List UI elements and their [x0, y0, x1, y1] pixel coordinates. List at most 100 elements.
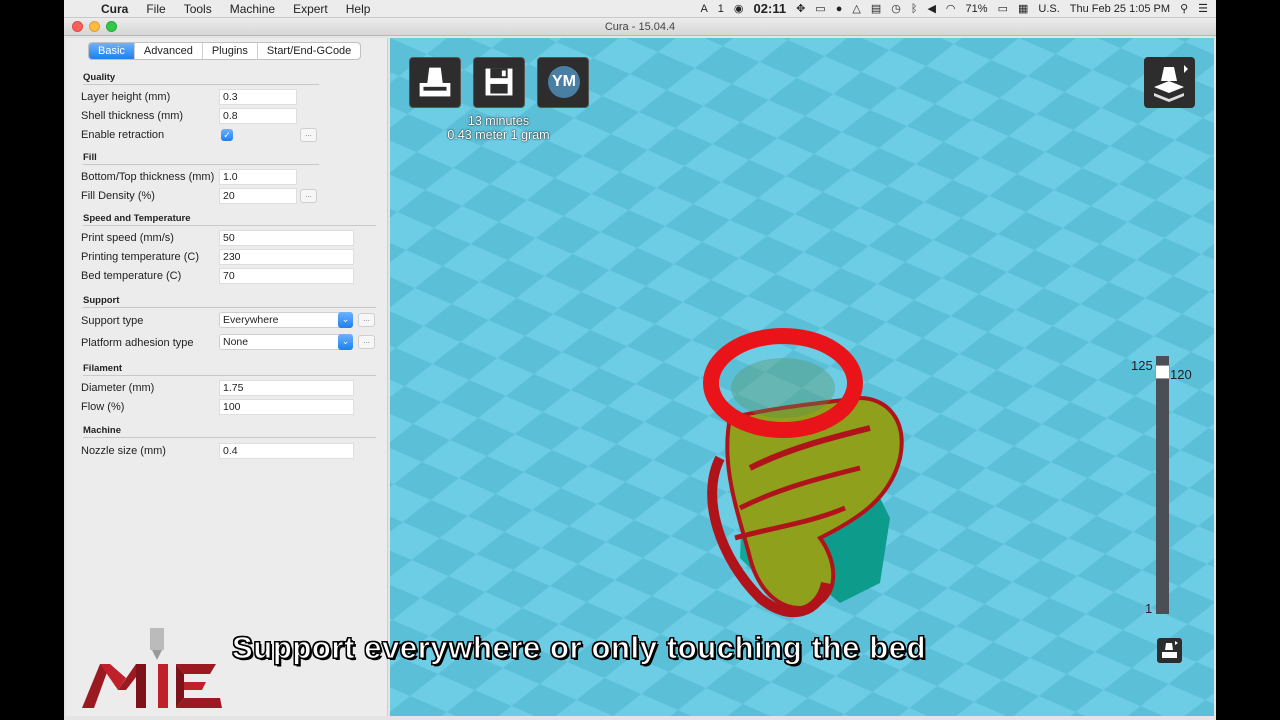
print-time: 13 minutes: [467, 114, 530, 128]
section-divider: [83, 307, 376, 308]
layer-slider-track[interactable]: [1156, 356, 1169, 614]
menu-help[interactable]: Help: [337, 0, 380, 18]
adhesion-settings-button[interactable]: ...: [358, 335, 375, 349]
adhesion-select[interactable]: None ⌄: [219, 334, 353, 350]
menu-expert[interactable]: Expert: [284, 0, 337, 18]
save-toolpath-button[interactable]: [473, 57, 525, 108]
section-divider: [83, 84, 319, 85]
settings-tabs: Basic Advanced Plugins Start/End-GCode: [88, 42, 362, 60]
layer-max-label: 125: [1131, 358, 1153, 373]
layer-min-label: 1: [1145, 601, 1153, 616]
battery-percent: 71%: [965, 2, 988, 15]
bottom-top-input[interactable]: 1.0: [219, 169, 297, 185]
chevron-down-icon: ⌄: [338, 334, 353, 350]
screen-icon[interactable]: ▭: [815, 2, 825, 15]
shell-thickness-input[interactable]: 0.8: [219, 108, 297, 124]
support-type-select[interactable]: Everywhere ⌄: [219, 312, 353, 328]
tab-start-end-gcode[interactable]: Start/End-GCode: [258, 43, 360, 59]
youmagine-button[interactable]: YM: [537, 57, 589, 108]
ring-inner: [731, 358, 835, 418]
youmagine-icon: YM: [548, 66, 580, 98]
save-icon: [485, 68, 513, 96]
layer-slider-handle[interactable]: [1155, 365, 1170, 379]
close-window-button[interactable]: [72, 21, 83, 32]
flag-icon[interactable]: ▦: [1018, 2, 1028, 15]
settings-panel: Basic Advanced Plugins Start/End-GCode Q…: [66, 38, 388, 716]
print-temp-input[interactable]: 230: [219, 249, 354, 265]
tab-advanced[interactable]: Advanced: [135, 43, 203, 59]
airplay-icon[interactable]: △: [852, 2, 860, 15]
adhesion-label: Platform adhesion type: [81, 337, 194, 349]
fill-settings-button[interactable]: ...: [300, 189, 317, 203]
menu-machine[interactable]: Machine: [221, 0, 284, 18]
maximize-window-button[interactable]: [106, 21, 117, 32]
retraction-label: Enable retraction: [81, 129, 165, 141]
chevron-down-icon: ⌄: [338, 312, 353, 328]
layer-current-label: 120: [1170, 367, 1192, 382]
section-divider: [83, 164, 319, 165]
menu-bar: Cura File Tools Machine Expert Help A 1 …: [64, 0, 1216, 18]
printer-icon: [1162, 641, 1178, 658]
print-temp-label: Printing temperature (C): [81, 251, 199, 263]
menu-file[interactable]: File: [137, 0, 174, 18]
menu-app-cura[interactable]: Cura: [92, 0, 137, 18]
cura-window: Cura - 15.04.4 Basic Advanced Plugins St…: [64, 18, 1216, 720]
recording-timer: 02:11: [753, 1, 787, 16]
shell-thickness-label: Shell thickness (mm): [81, 110, 184, 122]
diameter-input[interactable]: 1.75: [219, 380, 354, 396]
battery-icon[interactable]: ▭: [998, 2, 1008, 15]
bluetooth-icon[interactable]: ᛒ: [911, 3, 918, 15]
spotlight-icon[interactable]: ⚲: [1180, 2, 1188, 15]
keyboard-icon[interactable]: ▤: [871, 2, 881, 15]
retraction-checkbox[interactable]: ✓: [221, 129, 233, 141]
print-estimate: 13 minutes 0.43 meter 1 gram: [436, 114, 561, 142]
support-settings-button[interactable]: ...: [358, 313, 375, 327]
volume-icon[interactable]: ◀: [927, 2, 935, 15]
brand-logo: [82, 628, 222, 708]
layers-view-icon: [1154, 65, 1188, 102]
print-material: 0.43 meter 1 gram: [447, 128, 550, 142]
menu-tools[interactable]: Tools: [175, 0, 221, 18]
load-icon: [419, 67, 451, 97]
section-fill: Fill: [83, 152, 97, 163]
print-speed-label: Print speed (mm/s): [81, 232, 174, 244]
record-icon[interactable]: ◉: [734, 2, 744, 15]
wifi-icon[interactable]: ◠: [946, 2, 956, 15]
title-bar: Cura - 15.04.4: [64, 18, 1216, 36]
support-type-value: Everywhere: [223, 314, 279, 326]
load-model-button[interactable]: [409, 57, 461, 108]
section-filament: Filament: [83, 363, 123, 374]
tab-plugins[interactable]: Plugins: [203, 43, 258, 59]
flow-input[interactable]: 100: [219, 399, 354, 415]
fill-density-input[interactable]: 20: [219, 188, 297, 204]
print-speed-input[interactable]: 50: [219, 230, 354, 246]
section-support: Support: [83, 295, 120, 306]
section-machine: Machine: [83, 425, 122, 436]
notification-center-icon[interactable]: ☰: [1198, 2, 1208, 15]
time-machine-icon[interactable]: ◷: [891, 2, 901, 15]
bed-temp-input[interactable]: 70: [219, 268, 354, 284]
retraction-settings-button[interactable]: ...: [300, 128, 317, 142]
window-title: Cura - 15.04.4: [604, 21, 676, 33]
adobe-icon[interactable]: A: [700, 3, 707, 15]
elephant-icon[interactable]: ●: [836, 3, 843, 15]
3d-viewport[interactable]: YM 13 minutes 0.43 meter 1 gram 125 120 …: [390, 38, 1214, 716]
section-divider: [83, 225, 376, 226]
print-button[interactable]: [1157, 638, 1182, 663]
status-area: A 1 ◉ 02:11 ✥ ▭ ● △ ▤ ◷ ᛒ ◀ ◠ 71% ▭ ▦ U.…: [700, 1, 1216, 16]
section-divider: [83, 375, 376, 376]
nozzle-label: Nozzle size (mm): [81, 445, 166, 457]
nozzle-input[interactable]: 0.4: [219, 443, 354, 459]
view-mode-button[interactable]: [1144, 57, 1195, 108]
bottom-top-label: Bottom/Top thickness (mm): [81, 171, 215, 183]
move-icon[interactable]: ✥: [796, 2, 805, 15]
section-speed: Speed and Temperature: [83, 213, 191, 224]
layer-height-label: Layer height (mm): [81, 91, 171, 103]
layer-height-input[interactable]: 0.3: [219, 89, 297, 105]
minimize-window-button[interactable]: [89, 21, 100, 32]
fill-density-label: Fill Density (%): [81, 190, 155, 202]
diameter-label: Diameter (mm): [81, 382, 155, 394]
clock[interactable]: Thu Feb 25 1:05 PM: [1070, 3, 1170, 15]
tab-basic[interactable]: Basic: [89, 43, 135, 59]
input-source[interactable]: U.S.: [1038, 3, 1059, 15]
